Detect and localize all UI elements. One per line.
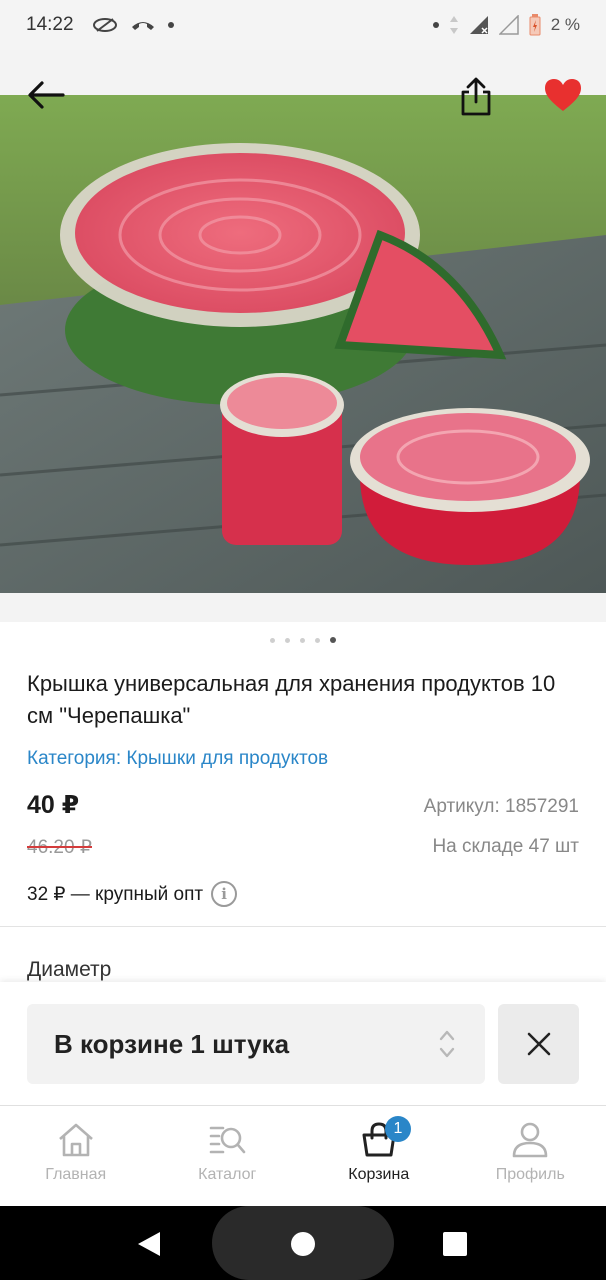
back-button[interactable] — [24, 72, 68, 118]
pager-dot[interactable] — [270, 637, 275, 643]
heart-icon — [545, 79, 581, 111]
strikethrough-line — [27, 846, 92, 848]
back-arrow-icon — [28, 81, 65, 109]
product-gallery[interactable] — [0, 50, 606, 622]
pager-dot[interactable] — [315, 637, 320, 643]
info-icon[interactable]: i — [211, 881, 238, 907]
wholesale-price: 32 ₽ — крупный опт i — [27, 881, 238, 907]
system-navigation-bar — [0, 1206, 606, 1280]
status-time: 14:22 — [26, 14, 74, 35]
pager-dot[interactable] — [300, 637, 305, 643]
notification-app-icon — [92, 18, 117, 32]
notification-dot-icon — [167, 22, 174, 28]
system-recents-icon[interactable] — [442, 1231, 468, 1257]
stock-status: На складе 47 шт — [432, 836, 579, 857]
nav-label: Главная — [45, 1166, 107, 1183]
product-title: Крышка универсальная для хранения продук… — [27, 671, 556, 728]
status-bar: 14:22 2 % — [0, 0, 606, 50]
home-icon — [58, 1123, 93, 1157]
share-button[interactable] — [454, 72, 498, 120]
pager-dot[interactable] — [285, 637, 290, 643]
nav-item-profile[interactable]: Профиль — [455, 1106, 606, 1206]
signal-empty-icon — [498, 15, 519, 35]
cart-count-badge: 1 — [385, 1116, 411, 1142]
product-sku: Артикул: 1857291 — [423, 796, 579, 817]
missed-call-icon — [131, 22, 154, 30]
battery-percent: 2 % — [550, 15, 580, 34]
nav-label: Профиль — [495, 1166, 565, 1183]
category-link[interactable]: Категория: Крышки для продуктов — [27, 748, 328, 770]
quantity-label: В корзине 1 штука — [54, 1028, 290, 1059]
nav-item-home[interactable]: Главная — [0, 1106, 152, 1206]
status-system-icons: 2 % — [432, 14, 580, 36]
remove-from-cart-button[interactable] — [498, 1004, 579, 1084]
nav-item-cart[interactable]: 1 Корзина — [303, 1106, 455, 1206]
close-icon — [527, 1032, 550, 1056]
gallery-pager — [0, 637, 606, 643]
favorite-button[interactable] — [540, 74, 586, 116]
nav-label: Каталог — [198, 1166, 257, 1183]
stepper-arrows-icon — [439, 1030, 455, 1058]
signal-icon — [469, 16, 488, 34]
nav-item-catalog[interactable]: Каталог — [152, 1106, 304, 1206]
pager-dot-active[interactable] — [330, 637, 336, 643]
battery-icon — [529, 14, 541, 36]
wholesale-price-text: 32 ₽ — крупный опт — [27, 883, 204, 905]
profile-icon — [512, 1122, 548, 1158]
catalog-search-icon — [209, 1126, 246, 1154]
system-back-icon[interactable] — [136, 1230, 162, 1258]
system-home-icon[interactable] — [290, 1231, 316, 1257]
product-photo[interactable] — [0, 95, 606, 593]
old-price: 46.20 ₽ — [27, 836, 92, 859]
data-arrows-icon — [449, 16, 458, 34]
product-price: 40 ₽ — [27, 791, 80, 819]
bottom-navigation: Главная Каталог 1 Корзина Профиль — [0, 1106, 606, 1206]
quantity-selector[interactable]: В корзине 1 штука — [27, 1004, 485, 1084]
nav-label: Корзина — [348, 1166, 410, 1183]
status-dot-icon — [432, 22, 439, 28]
divider — [0, 926, 606, 927]
option-label-diameter: Диаметр — [27, 958, 112, 981]
status-notification-icons — [92, 16, 174, 34]
share-icon — [461, 77, 491, 116]
cart-panel: В корзине 1 штука — [0, 982, 606, 1106]
